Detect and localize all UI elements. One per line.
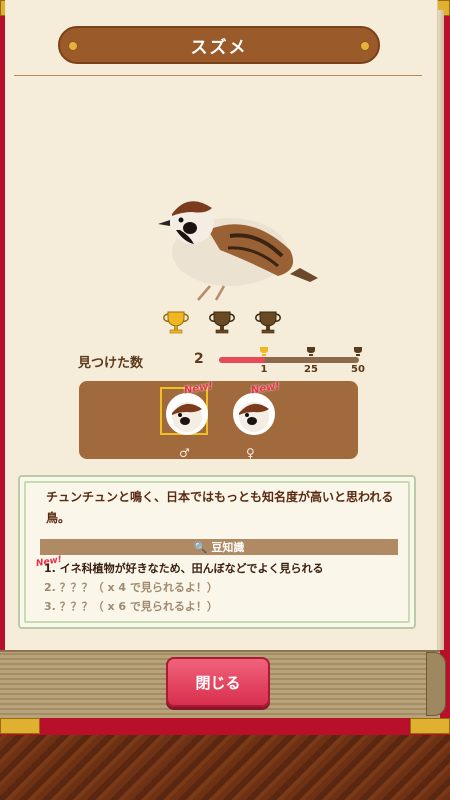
female-symbol: ♀	[246, 446, 255, 460]
trophy-bronze-icon	[255, 311, 281, 334]
rivet-icon	[360, 41, 370, 51]
threshold-label: 50	[351, 364, 365, 375]
corner-ornament	[0, 718, 40, 734]
male-symbol: ♂	[179, 446, 190, 460]
trophy-bronze-icon	[354, 347, 362, 356]
title-divider	[14, 75, 422, 76]
gender-panel: New! ♂ New! ♀	[79, 381, 358, 460]
sparrow-illustration	[158, 200, 318, 301]
trophy-bronze-icon	[209, 311, 235, 334]
rivet-icon	[68, 41, 78, 51]
corner-ornament	[410, 718, 450, 734]
magnifier-icon: 🔍	[193, 540, 208, 554]
trophy-row	[162, 310, 282, 336]
trivia-item-locked: 2. ？？？（ x 4 で見られるよ！）	[44, 581, 218, 594]
book-spine-roll	[426, 652, 446, 716]
bird-description: チュンチュンと鳴く、日本ではもっとも知名度が高いと思われる鳥。	[46, 490, 394, 525]
found-progress-fill	[219, 357, 266, 363]
threshold-label: 1	[260, 364, 268, 375]
male-variant-button[interactable]: New! ♂	[160, 381, 214, 460]
trivia-list: 1. イネ科植物が好きなため、田んぼなどでよく見られる 2. ？？？（ x 4 …	[44, 559, 404, 616]
new-badge: New!	[183, 380, 214, 397]
female-bird-thumbnail	[233, 393, 275, 435]
trivia-item-locked: 3. ？？？（ x 6 で見られるよ！）	[44, 600, 218, 613]
trophy-gold-icon	[163, 311, 189, 334]
found-count-label: 見つけた数	[78, 356, 144, 371]
page-edge	[438, 10, 444, 650]
trophy-bronze-icon	[307, 347, 315, 356]
found-progress-bar	[219, 357, 359, 363]
trivia-title: 豆知識	[211, 541, 245, 554]
trivia-item: 1. イネ科植物が好きなため、田んぼなどでよく見られる	[44, 562, 324, 575]
title-bar: スズメ	[58, 26, 380, 64]
page-title: スズメ	[190, 37, 248, 58]
new-badge: New!	[250, 380, 281, 397]
close-button[interactable]: 閉じる	[166, 657, 270, 707]
trophy-gold-icon	[260, 347, 268, 356]
threshold-label: 25	[304, 364, 318, 375]
male-bird-thumbnail	[166, 393, 208, 435]
female-variant-button[interactable]: New! ♀	[229, 381, 281, 460]
trivia-header: 🔍 豆知識	[40, 539, 398, 555]
found-count-value: 2	[194, 351, 204, 367]
description-card: チュンチュンと鳴く、日本ではもっとも知名度が高いと思われる鳥。 🔍 豆知識 Ne…	[18, 475, 416, 629]
